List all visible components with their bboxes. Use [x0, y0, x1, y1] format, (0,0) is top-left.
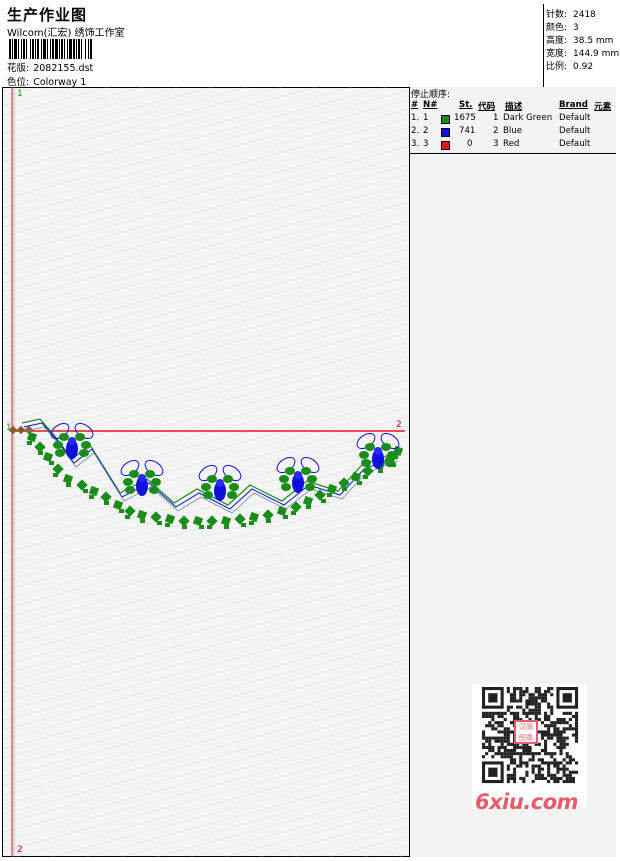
- design-file-line: 花版: 2082155.dst: [7, 60, 93, 74]
- table-row[interactable]: 2. 2 741 2 Blue Default: [410, 126, 616, 139]
- leaf-stitch: [136, 509, 148, 521]
- color-swatch: [441, 128, 450, 137]
- marker-start: 1: [6, 423, 12, 433]
- leaf-stitch: [112, 499, 124, 511]
- leaf-stitch: [38, 451, 43, 455]
- site-logo: 6xiu.com: [475, 790, 579, 814]
- design-canvas[interactable]: 1 1 2 2: [2, 87, 409, 857]
- color-swatch: [441, 141, 450, 150]
- leaf-stitch: [224, 525, 229, 529]
- leaf-stitch: [266, 519, 271, 523]
- leaf-stitch: [165, 523, 170, 527]
- stat-stitches: 针数: 2418: [546, 10, 596, 20]
- leaf-stitch: [34, 441, 46, 453]
- leaf-stitch: [88, 485, 100, 497]
- leaf-stitch: [100, 491, 112, 503]
- page-title: 生产作业图: [7, 6, 88, 24]
- leaf-stitch: [262, 509, 274, 521]
- barcode: [9, 39, 139, 59]
- embroidery-preview: [8, 87, 405, 857]
- flower-motif: [198, 464, 242, 501]
- leaf-stitch: [124, 505, 136, 517]
- leaf-stitch: [342, 487, 347, 491]
- design-file-label: 花版:: [7, 63, 30, 74]
- leaf-stitch: [104, 501, 109, 505]
- leaf-stitch: [276, 505, 288, 517]
- leaf-stitch: [283, 515, 288, 519]
- colorway-line: 色位: Colorway 1: [7, 74, 86, 88]
- leaf-stitch: [378, 469, 383, 473]
- leaf-stitch: [248, 511, 260, 523]
- leaf-stitch: [290, 501, 302, 513]
- leaf-stitch: [53, 473, 58, 477]
- stop-sequence-table: # N# St. 代码 描述 Brand 元素 1. 1 1675 1 Dark…: [410, 100, 616, 152]
- stats-box: 针数: 2418 颜色: 3 高度: 38.5 mm 宽度: 144.9 mm 比例: 0…: [543, 4, 620, 88]
- leaf-stitch: [164, 513, 176, 525]
- company-name: Wilcom(汇宏) 绣饰工作室: [7, 28, 125, 39]
- seal-stamp: 汉阁 图章: [514, 720, 538, 744]
- leaf-stitch: [27, 441, 32, 445]
- stat-width: 宽度: 144.9 mm: [546, 49, 620, 59]
- leaf-stitch: [150, 511, 162, 523]
- col-n: N#: [423, 100, 438, 110]
- leaf-stitch: [206, 515, 218, 527]
- leaf-stitch: [207, 525, 212, 529]
- leaf-stitch: [125, 515, 130, 519]
- stat-colors: 颜色: 3: [546, 23, 579, 33]
- col-stitches: St.: [459, 100, 473, 110]
- col-desc: 描述: [505, 102, 523, 112]
- leaf-stitch: [220, 515, 232, 527]
- leaf-stitch: [66, 483, 71, 487]
- leaf-stitch: [241, 523, 246, 527]
- leaf-stitch: [306, 505, 311, 509]
- stop-sequence-heading: 停止顺序:: [411, 90, 451, 100]
- leaf-stitch: [140, 519, 145, 523]
- stat-scale: 比例: 0.92: [546, 62, 594, 72]
- leaf-stitch: [357, 481, 362, 485]
- blue-flower-motifs: [50, 422, 400, 501]
- leaf-stitch: [52, 463, 64, 475]
- stat-height: 高度: 38.5 mm: [546, 36, 614, 46]
- leaf-stitch: [178, 515, 190, 527]
- leaf-stitch: [182, 525, 187, 529]
- table-header-row: # N# St. 代码 描述 Brand 元素: [410, 100, 616, 113]
- col-element: 元素: [594, 102, 612, 112]
- flower-motif: [276, 456, 320, 493]
- table-row[interactable]: 3. 3 0 3 Red Default: [410, 139, 616, 152]
- leaf-stitch: [326, 483, 338, 495]
- col-brand: Brand: [559, 100, 588, 110]
- leaf-stitch: [42, 451, 54, 463]
- leaf-stitch: [83, 489, 88, 493]
- leaf-stitch: [192, 515, 204, 527]
- leaf-stitch: [119, 509, 124, 513]
- marker-top: 1: [17, 89, 23, 99]
- leaf-stitch: [249, 521, 254, 525]
- worksheet-header: 生产作业图 Wilcom(汇宏) 绣饰工作室 花版: 2082155.dst 色位…: [2, 2, 620, 88]
- color-swatch: [441, 115, 450, 124]
- leaf-stitch: [62, 473, 74, 485]
- flower-motif: [120, 459, 164, 496]
- col-code: 代码: [478, 102, 496, 112]
- leaf-stitch: [302, 495, 314, 507]
- table-divider: [410, 153, 616, 154]
- leaf-stitch: [321, 499, 326, 503]
- marker-right: 2: [396, 420, 402, 430]
- leaf-stitch: [89, 495, 94, 499]
- col-hash: #: [411, 100, 419, 110]
- leaf-stitch: [291, 511, 296, 515]
- leaf-stitch: [76, 479, 88, 491]
- leaf-stitch: [49, 461, 54, 465]
- leaf-stitch: [363, 475, 368, 479]
- leaf-stitch: [157, 521, 162, 525]
- leaf-stitch: [234, 513, 246, 525]
- table-row[interactable]: 1. 1 1675 1 Dark Green Default: [410, 113, 616, 126]
- leaf-stitch: [327, 493, 332, 497]
- qr-watermark: 汉阁 图章: [472, 684, 587, 806]
- leaf-stitch: [199, 525, 204, 529]
- design-file-value: 2082155.dst: [33, 63, 94, 74]
- marker-bottom: 2: [17, 845, 23, 855]
